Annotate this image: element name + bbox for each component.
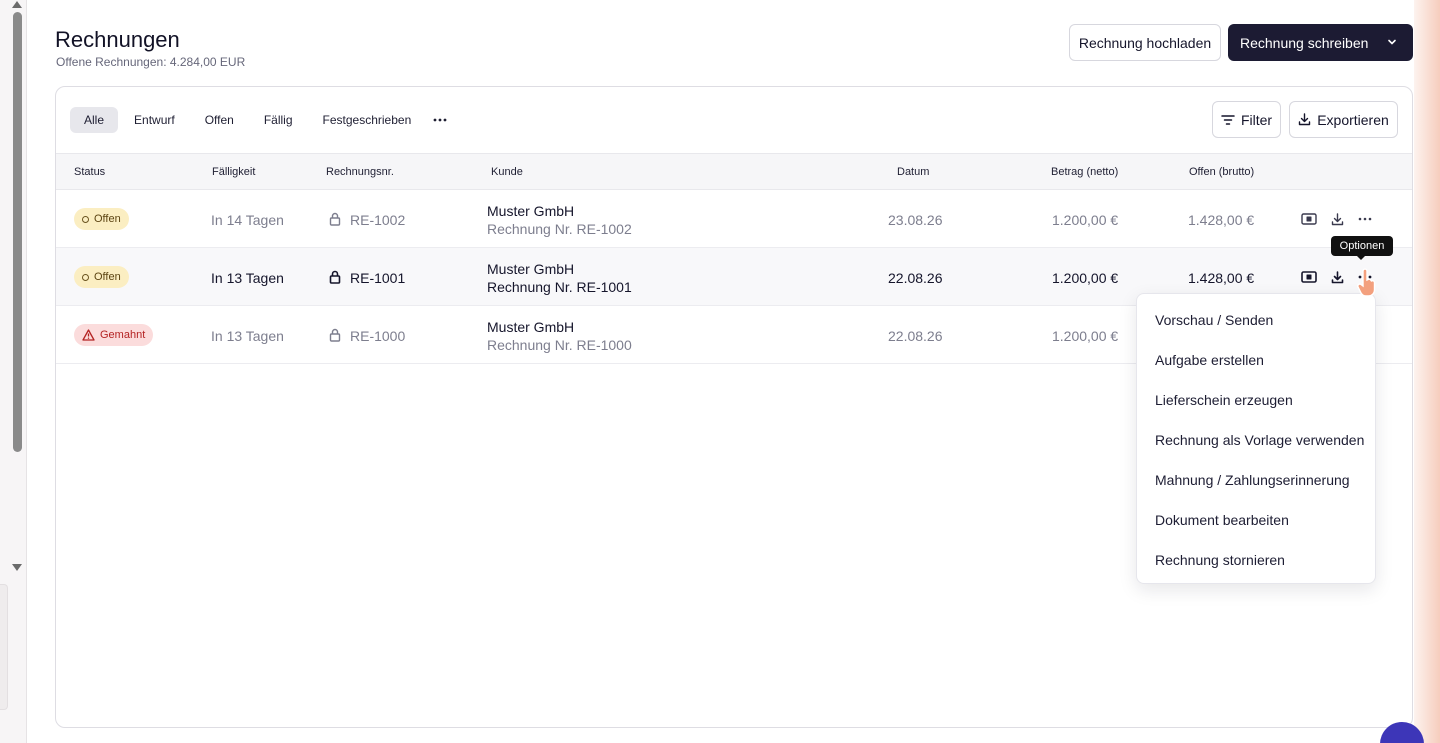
payment-icon[interactable] [1301,211,1317,227]
column-date[interactable]: Datum [897,166,929,178]
more-tabs-icon[interactable] [427,107,453,133]
status-label: Offen [94,213,121,225]
chevron-down-icon[interactable] [1387,37,1397,47]
net-amount-cell: 1.200,00 € [1052,212,1119,228]
collapsed-side-panel[interactable] [0,584,8,710]
invoice-number-cell: RE-1000 [350,328,406,344]
column-status[interactable]: Status [74,166,105,178]
write-invoice-button[interactable]: Rechnung schreiben [1228,24,1413,61]
column-open-amount[interactable]: Offen (brutto) [1189,166,1254,178]
payment-icon[interactable] [1301,269,1317,285]
status-label: Gemahnt [100,329,146,341]
status-badge: Offen [74,208,129,230]
date-cell: 23.08.26 [888,212,943,228]
menu-item-cancel-invoice[interactable]: Rechnung stornieren [1155,552,1285,568]
column-number[interactable]: Rechnungsnr. [326,166,394,178]
due-cell: In 13 Tagen [211,270,284,286]
download-icon[interactable] [1329,269,1345,285]
table-row[interactable]: Offen In 14 Tagen RE-1002 Muster GmbH Re… [56,190,1412,248]
lock-icon [329,328,341,342]
tab-faellig[interactable]: Fällig [250,107,307,133]
options-tooltip: Optionen [1331,236,1393,260]
net-amount-cell: 1.200,00 € [1052,328,1119,344]
export-label: Exportieren [1317,111,1389,128]
tab-entwurf[interactable]: Entwurf [120,107,189,133]
open-status-icon [82,215,89,223]
status-tabs: Alle Entwurf Offen Fällig Festgeschriebe… [70,107,453,133]
due-cell: In 14 Tagen [211,212,284,228]
open-amount-cell: 1.428,00 € [1188,270,1255,286]
filter-label: Filter [1240,111,1273,128]
write-invoice-label: Rechnung schreiben [1240,34,1369,51]
status-badge: Offen [74,266,129,288]
invoice-number-cell: RE-1001 [350,270,406,286]
menu-item-create-task[interactable]: Aufgabe erstellen [1155,352,1264,368]
hand-cursor-icon [1357,268,1376,297]
scroll-up-arrow[interactable] [12,1,22,8]
page-title: Rechnungen [55,27,180,52]
options-icon[interactable] [1357,211,1373,227]
status-badge: Gemahnt [74,324,154,346]
download-icon [1299,113,1311,126]
tab-offen[interactable]: Offen [191,107,248,133]
filter-icon [1221,114,1235,125]
download-icon[interactable] [1329,211,1345,227]
row-actions [1301,211,1373,227]
lock-icon [329,270,341,284]
lock-icon [329,212,341,226]
customer-subtitle: Rechnung Nr. RE-1000 [487,337,632,353]
customer-name: Muster GmbH [487,319,575,335]
scroll-down-arrow[interactable] [12,564,22,571]
customer-name: Muster GmbH [487,203,575,219]
status-label: Offen [94,271,121,283]
menu-item-use-as-template[interactable]: Rechnung als Vorlage verwenden [1155,432,1364,448]
open-invoices-summary: Offene Rechnungen: 4.284,00 EUR [56,55,246,69]
column-net-amount[interactable]: Betrag (netto) [1051,166,1118,178]
open-amount-cell: 1.428,00 € [1188,212,1255,228]
left-rail [0,0,27,743]
warning-icon [82,329,95,341]
tab-alle[interactable]: Alle [70,107,119,133]
scrollbar-thumb[interactable] [13,12,22,452]
filter-button[interactable]: Filter [1212,101,1281,138]
open-status-icon [82,273,89,281]
customer-name: Muster GmbH [487,261,575,277]
date-cell: 22.08.26 [888,270,943,286]
options-menu: Vorschau / Senden Aufgabe erstellen Lief… [1136,293,1376,584]
upload-invoice-label: Rechnung hochladen [1078,34,1212,51]
date-cell: 22.08.26 [888,328,943,344]
export-button[interactable]: Exportieren [1289,101,1398,138]
invoice-number-cell: RE-1002 [350,212,406,228]
column-due[interactable]: Fälligkeit [212,166,255,178]
menu-item-preview-send[interactable]: Vorschau / Senden [1155,312,1273,328]
table-header: Status Fälligkeit Rechnungsnr. Kunde Dat… [56,153,1412,190]
right-edge-decoration [1414,0,1440,743]
upload-invoice-button[interactable]: Rechnung hochladen [1069,24,1221,61]
net-amount-cell: 1.200,00 € [1052,270,1119,286]
customer-subtitle: Rechnung Nr. RE-1002 [487,221,632,237]
column-customer[interactable]: Kunde [491,166,523,178]
tab-festgeschrieben[interactable]: Festgeschrieben [309,107,426,133]
due-cell: In 13 Tagen [211,328,284,344]
menu-item-delivery-note[interactable]: Lieferschein erzeugen [1155,392,1293,408]
menu-item-edit-document[interactable]: Dokument bearbeiten [1155,512,1289,528]
menu-item-dunning[interactable]: Mahnung / Zahlungserinnerung [1155,472,1350,488]
customer-subtitle: Rechnung Nr. RE-1001 [487,279,632,295]
